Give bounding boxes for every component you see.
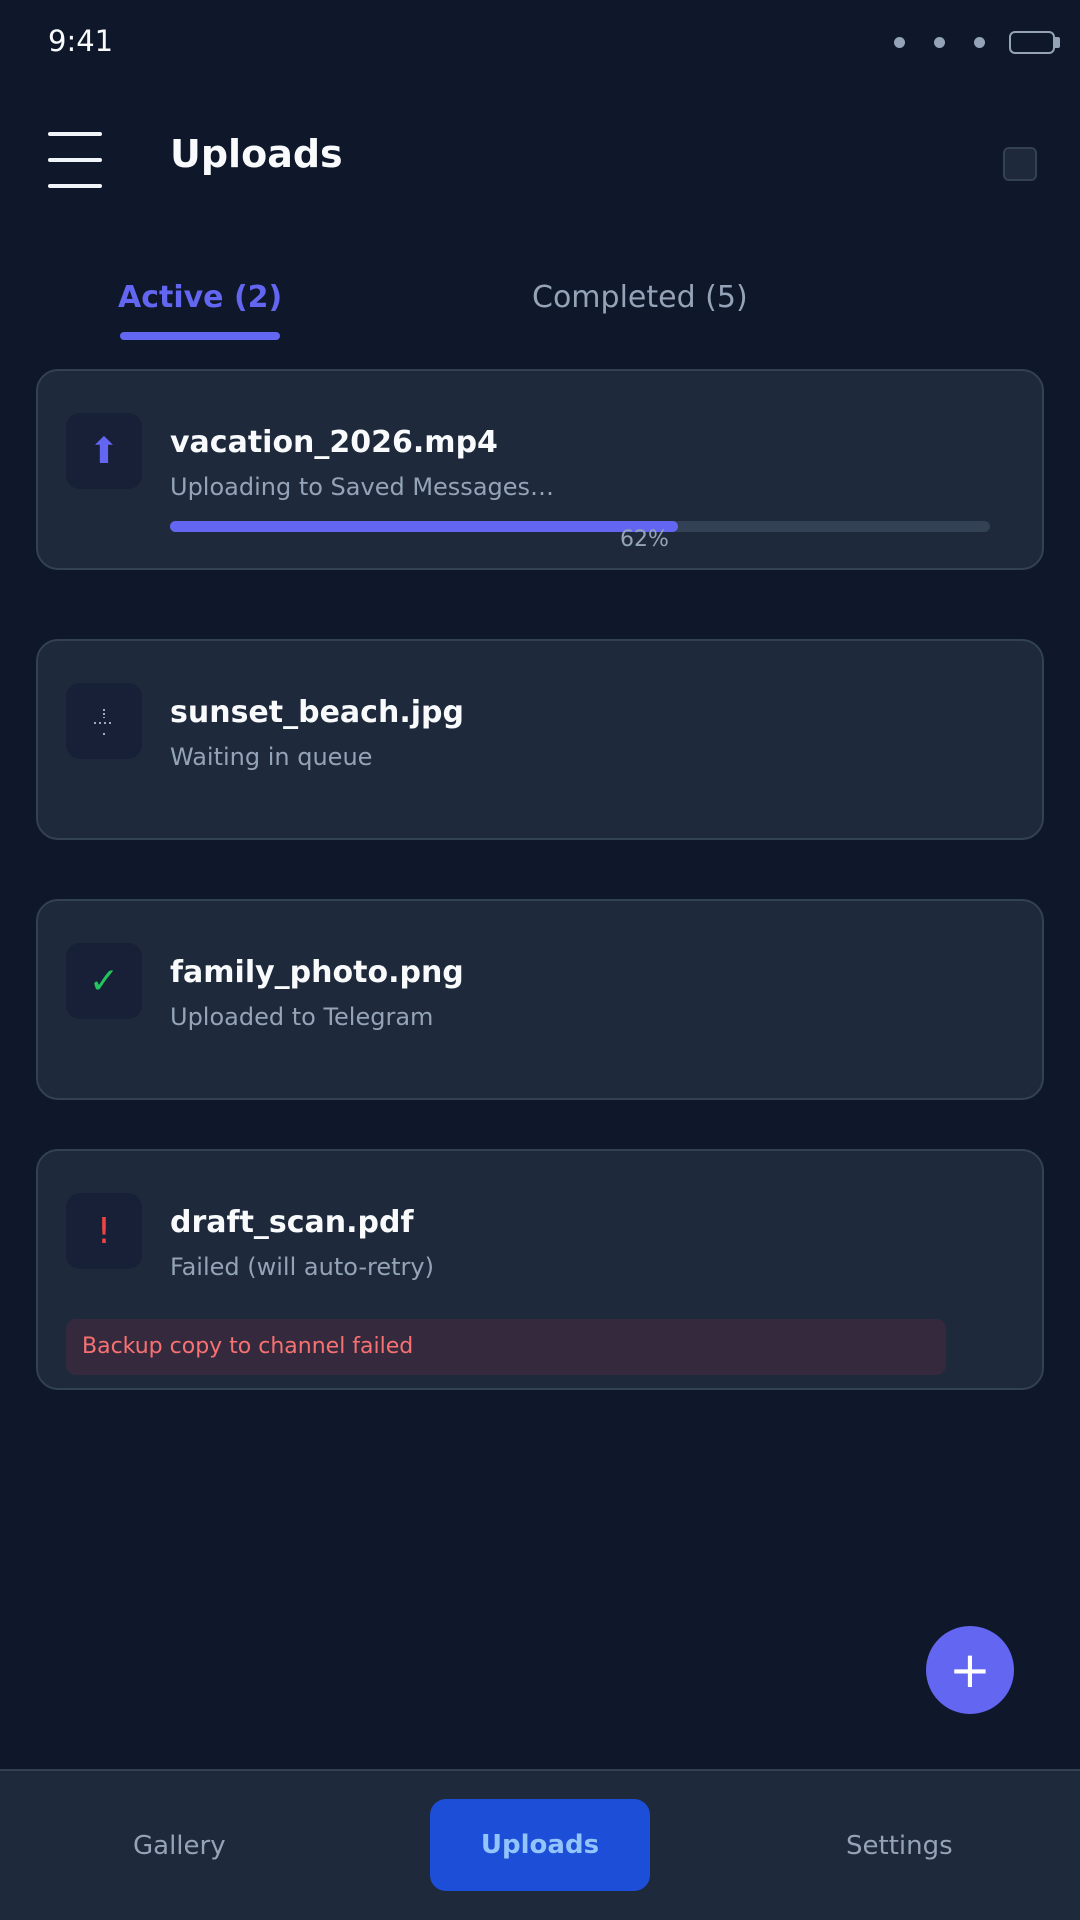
- error-message: Backup copy to channel failed: [82, 1334, 414, 1359]
- menu-icon: [48, 132, 102, 136]
- checkmark-icon: ✓: [66, 943, 142, 1019]
- upload-arrow-icon: ⬆: [66, 413, 142, 489]
- signal-dot-icon: [934, 37, 945, 48]
- progress-percent: 62%: [620, 527, 669, 552]
- tab-active[interactable]: Active (2): [118, 280, 282, 315]
- menu-icon-line: [48, 184, 102, 188]
- file-name: family_photo.png: [170, 955, 464, 990]
- upload-card[interactable]: ⬆ vacation_2026.mp4 Uploading to Saved M…: [36, 369, 1044, 570]
- bottom-nav: Gallery Uploads Settings: [0, 1769, 1080, 1920]
- signal-dot-icon: [894, 37, 905, 48]
- plus-icon: +: [949, 1641, 991, 1699]
- hourglass-glyph: [94, 709, 114, 735]
- progress-bar: [170, 521, 990, 532]
- file-name: sunset_beach.jpg: [170, 695, 464, 730]
- select-checkbox[interactable]: [1003, 147, 1037, 181]
- file-name: vacation_2026.mp4: [170, 425, 498, 460]
- hourglass-icon: [66, 683, 142, 759]
- checkmark-glyph: ✓: [88, 960, 120, 1002]
- error-banner: Backup copy to channel failed: [66, 1319, 946, 1375]
- menu-button[interactable]: [48, 130, 104, 190]
- file-status: Waiting in queue: [170, 743, 373, 771]
- nav-item-settings[interactable]: Settings: [846, 1831, 953, 1861]
- signal-dot-icon: [974, 37, 985, 48]
- upload-card[interactable]: ! draft_scan.pdf Failed (will auto-retry…: [36, 1149, 1044, 1390]
- upload-card[interactable]: sunset_beach.jpg Waiting in queue: [36, 639, 1044, 840]
- tab-indicator: [120, 332, 280, 340]
- battery-icon: [1009, 31, 1055, 54]
- battery-tip: [1055, 37, 1060, 48]
- error-glyph: !: [96, 1210, 112, 1252]
- file-status: Failed (will auto-retry): [170, 1253, 434, 1281]
- upload-arrow-glyph: ⬆: [88, 430, 120, 472]
- file-status: Uploading to Saved Messages…: [170, 473, 555, 501]
- upload-card[interactable]: ✓ family_photo.png Uploaded to Telegram: [36, 899, 1044, 1100]
- status-time: 9:41: [48, 24, 114, 58]
- error-icon: !: [66, 1193, 142, 1269]
- nav-item-gallery[interactable]: Gallery: [133, 1831, 226, 1861]
- add-upload-button[interactable]: +: [926, 1626, 1014, 1714]
- file-name: draft_scan.pdf: [170, 1205, 414, 1240]
- menu-icon-line: [48, 158, 102, 162]
- nav-item-uploads[interactable]: Uploads: [430, 1799, 650, 1891]
- page-title: Uploads: [170, 132, 343, 176]
- status-bar: 9:41: [0, 0, 1080, 84]
- tab-completed[interactable]: Completed (5): [532, 280, 748, 315]
- progress-fill: [170, 521, 679, 532]
- file-status: Uploaded to Telegram: [170, 1003, 434, 1031]
